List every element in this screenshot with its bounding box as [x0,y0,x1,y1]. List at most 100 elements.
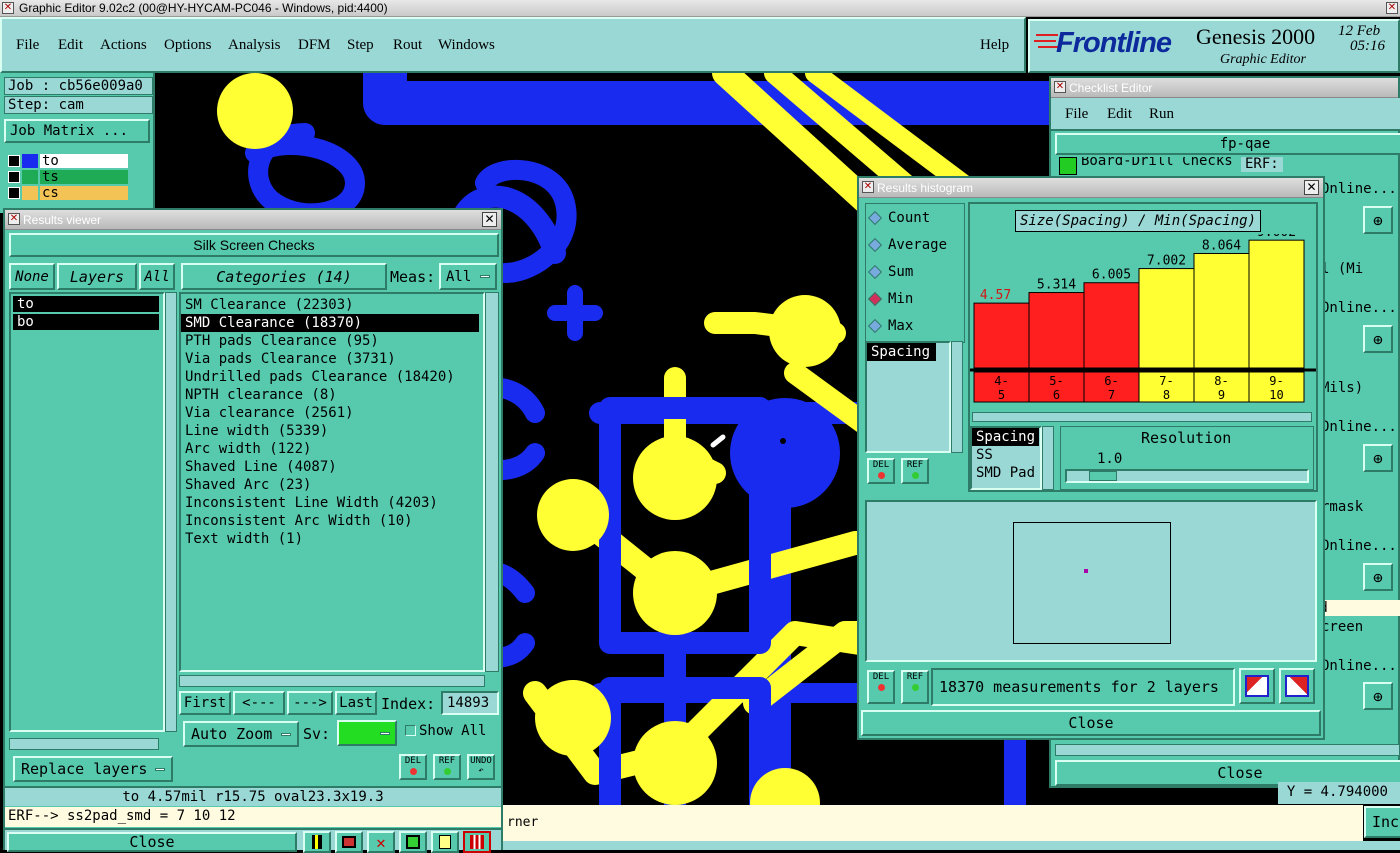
menu-analysis[interactable]: Analysis [228,37,281,54]
sublist[interactable]: Spacing SS SMD Pad [970,426,1042,490]
category-item[interactable]: Inconsistent Line Width (4203) [181,494,479,512]
category-item[interactable]: SMD Clearance (18370) [181,314,479,332]
histogram-bar[interactable] [1138,268,1195,369]
histogram-ref-button[interactable]: REF [901,458,929,484]
layer-checkbox[interactable] [8,171,20,183]
histogram-list-item[interactable]: Spacing [867,343,937,361]
checklist-hscrollbar[interactable] [1055,744,1400,756]
all-button[interactable]: All [139,263,175,290]
sublist-item[interactable]: SS [972,446,1040,464]
result-layer-item[interactable]: bo [13,314,159,330]
chart-hscrollbar[interactable] [972,412,1312,422]
del-button[interactable]: DEL [399,754,427,780]
category-list-hscrollbar[interactable] [179,675,485,687]
histogram-del-button-2[interactable]: DEL [867,670,895,704]
menu-windows[interactable]: Windows [438,37,495,54]
inc-button[interactable]: Inc [1364,806,1400,838]
magnifier-button[interactable]: ⊕ [1363,325,1393,353]
show-all-checkbox[interactable] [405,725,416,736]
categories-button[interactable]: Categories (14) [181,263,387,290]
results-viewer-menu-icon[interactable]: ✕ [8,213,20,225]
mode-radio-max[interactable]: Max [866,312,964,339]
category-list[interactable]: SM Clearance (22303) SMD Clearance (18370… [179,292,485,672]
menu-options[interactable]: Options [164,37,212,54]
category-item[interactable]: Shaved Line (4087) [181,458,479,476]
category-item[interactable]: PTH pads Clearance (95) [181,332,479,350]
meas-dropdown[interactable]: All [439,263,497,290]
window-close-icon[interactable]: ✕ [1386,2,1398,14]
category-item[interactable]: Inconsistent Arc Width (10) [181,512,479,530]
layer-list-hscrollbar[interactable] [9,738,159,750]
layer-list-vscrollbar[interactable] [165,292,177,732]
histogram-menu-icon[interactable]: ✕ [862,181,874,193]
category-list-vscrollbar[interactable] [485,292,499,672]
bottom-command-line[interactable]: rner [503,805,1363,841]
zoom-home-icon-button[interactable] [1279,668,1315,704]
checklist-menu-icon[interactable]: ✕ [1054,81,1066,93]
first-button[interactable]: First [179,691,231,715]
category-item[interactable]: NPTH clearance (8) [181,386,479,404]
none-button[interactable]: None [9,263,55,290]
layer-row-2[interactable]: cs [6,185,128,201]
category-item[interactable]: Undrilled pads Clearance (18420) [181,368,479,386]
replace-layers-dropdown[interactable]: Replace layers [13,756,173,782]
magnifier-button[interactable]: ⊕ [1363,206,1393,234]
category-item[interactable]: Shaved Arc (23) [181,476,479,494]
checklist-menu-edit[interactable]: Edit [1107,106,1132,123]
menu-file[interactable]: File [16,37,39,54]
histogram-ref-button-2[interactable]: REF [901,670,929,704]
menu-rout[interactable]: Rout [393,37,422,54]
histogram-list[interactable]: Spacing [865,341,951,453]
category-item[interactable]: Line width (5339) [181,422,479,440]
histogram-del-button[interactable]: DEL [867,458,895,484]
job-matrix-button[interactable]: Job Matrix ... [4,119,150,143]
magnifier-button[interactable]: ⊕ [1363,444,1393,472]
app-close-icon[interactable]: ✕ [2,2,14,14]
prev-button[interactable]: <--- [233,691,285,715]
histogram-chart[interactable]: 4.57 4-5 5.314 5-6 6.005 6-7 7.002 7-8 8.064 8-9 9… [970,234,1316,410]
mode-radio-average[interactable]: Average [866,231,964,258]
menu-step[interactable]: Step [347,37,374,54]
checklist-row-1[interactable]: Board-Drill Checks ERF: [1055,157,1400,177]
histogram-close-button[interactable]: Close [861,710,1321,736]
result-layer-item[interactable]: to [13,296,159,312]
checklist-menu-file[interactable]: File [1065,106,1088,123]
mode-radio-sum[interactable]: Sum [866,258,964,285]
results-viewer-close-icon[interactable]: ✕ [482,212,497,227]
undo-button[interactable]: UNDO ↶ [467,754,495,780]
menu-edit[interactable]: Edit [58,37,83,54]
ref-button[interactable]: REF [433,754,461,780]
sublist-item[interactable]: Spacing [972,428,1040,446]
category-item[interactable]: Via pads Clearance (3731) [181,350,479,368]
histogram-list-scrollbar[interactable] [951,341,963,453]
menu-help[interactable]: Help [980,37,1009,54]
next-button[interactable]: ---> [287,691,333,715]
layer-row-1[interactable]: ts [6,169,128,185]
last-button[interactable]: Last [335,691,377,715]
histogram-close-icon[interactable]: ✕ [1304,180,1319,195]
index-input[interactable]: 14893 [441,691,499,715]
sv-dropdown[interactable] [337,720,397,746]
slider-thumb[interactable] [1089,471,1117,481]
category-item[interactable]: Text width (1) [181,530,479,548]
histogram-bar[interactable] [1028,292,1085,369]
histogram-bar[interactable] [1248,239,1305,369]
histogram-bar[interactable] [1083,282,1140,369]
menu-actions[interactable]: Actions [100,37,147,54]
sublist-scrollbar[interactable] [1042,426,1054,490]
checklist-menu-run[interactable]: Run [1149,106,1174,123]
results-close-button[interactable]: Close [7,832,297,852]
mode-radio-count[interactable]: Count [866,204,964,231]
histogram-bar[interactable] [1193,252,1250,369]
layer-row-0[interactable]: to [6,153,128,169]
resolution-slider[interactable] [1065,469,1309,483]
magnifier-button[interactable]: ⊕ [1363,682,1393,710]
zoom-to-icon-button[interactable] [1239,668,1275,704]
sublist-item[interactable]: SMD Pad [972,464,1040,482]
mode-radio-min[interactable]: Min [866,285,964,312]
layer-checkbox[interactable] [8,155,20,167]
menu-dfm[interactable]: DFM [298,37,331,54]
layer-checkbox[interactable] [8,187,20,199]
category-item[interactable]: Arc width (122) [181,440,479,458]
category-item[interactable]: SM Clearance (22303) [181,296,479,314]
